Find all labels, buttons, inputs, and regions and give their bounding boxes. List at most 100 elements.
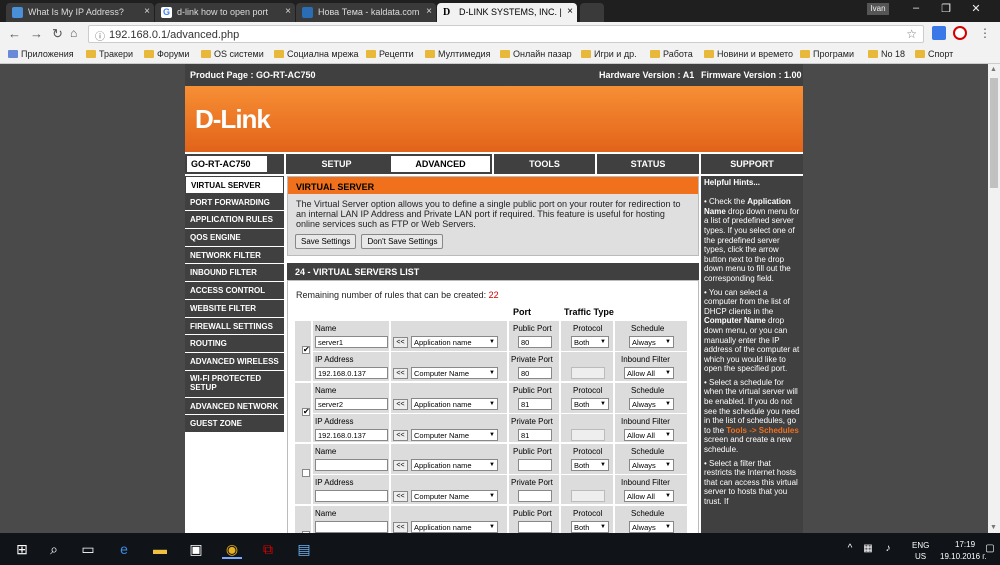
close-icon[interactable]: × <box>144 6 150 17</box>
bookmark-folder[interactable]: Онлайн пазар <box>500 49 572 59</box>
nav-advanced-wireless[interactable]: ADVANCED WIRELESS <box>185 352 284 371</box>
nav-network-filter[interactable]: NETWORK FILTER <box>185 246 284 265</box>
network-icon[interactable]: ▦ <box>858 539 878 559</box>
bookmark-folder[interactable]: Форуми <box>144 49 189 59</box>
rule-enable-checkbox[interactable]: ✔ <box>302 407 310 416</box>
remote-desktop-icon[interactable]: ▤ <box>294 539 314 559</box>
computer-name-select[interactable]: Computer Name <box>411 490 498 502</box>
maximize-icon[interactable]: ❐ <box>936 2 956 18</box>
new-tab-button[interactable] <box>580 3 604 22</box>
schedule-select[interactable]: Always <box>629 397 674 410</box>
home-icon[interactable]: ⌂ <box>70 26 77 40</box>
private-port-input[interactable] <box>518 490 552 502</box>
public-port-input[interactable] <box>518 459 552 471</box>
edge-icon[interactable]: e <box>114 539 134 559</box>
rule-enable-checkbox[interactable]: ✔ <box>302 346 310 354</box>
bookmark-folder[interactable]: Спорт <box>915 49 953 59</box>
store-icon[interactable]: ▣ <box>186 539 206 559</box>
private-port-input[interactable]: 80 <box>518 367 552 379</box>
nav-firewall-settings[interactable]: FIREWALL SETTINGS <box>185 317 284 336</box>
reload-icon[interactable]: ↻ <box>52 26 63 42</box>
bookmark-folder[interactable]: Програми <box>800 49 854 59</box>
user-profile-button[interactable]: Ivan <box>867 3 889 15</box>
minimize-icon[interactable]: – <box>906 2 926 18</box>
close-icon[interactable]: × <box>285 6 291 17</box>
protocol-select[interactable]: Both <box>571 520 609 533</box>
public-port-input[interactable]: 80 <box>518 336 552 348</box>
scroll-thumb[interactable] <box>990 78 998 188</box>
ip-input[interactable] <box>315 490 388 502</box>
nav-routing[interactable]: ROUTING <box>185 335 284 353</box>
bookmark-apps[interactable]: Приложения <box>8 49 74 59</box>
windows-start-icon[interactable]: ⊞ <box>12 539 32 559</box>
inbound-filter-select[interactable]: Allow All <box>624 428 674 441</box>
bookmark-folder[interactable]: Социална мрежа <box>274 49 359 59</box>
search-icon[interactable]: ⌕ <box>44 539 64 559</box>
tools-schedules-link[interactable]: Tools -> Schedules <box>726 426 799 435</box>
protocol-select[interactable]: Both <box>571 336 609 348</box>
name-input[interactable]: server1 <box>315 336 388 348</box>
scroll-down-icon[interactable]: ▼ <box>990 524 997 531</box>
close-window-icon[interactable]: ✕ <box>966 2 986 18</box>
close-icon[interactable]: × <box>567 6 573 17</box>
translate-extension-icon[interactable] <box>932 26 946 40</box>
bookmark-folder[interactable]: Мултимедия <box>425 49 490 59</box>
nav-website-filter[interactable]: WEBSITE FILTER <box>185 299 284 318</box>
nav-inbound-filter[interactable]: INBOUND FILTER <box>185 264 284 283</box>
opera-extension-icon[interactable] <box>953 26 967 40</box>
name-input[interactable] <box>315 459 388 471</box>
name-input[interactable]: server2 <box>315 397 388 410</box>
application-name-select[interactable]: Application name <box>411 397 498 410</box>
ip-input[interactable]: 192.168.0.137 <box>315 428 388 441</box>
tab-dlink[interactable]: D D-LINK SYSTEMS, INC. | × <box>437 3 577 22</box>
computer-name-select[interactable]: Computer Name <box>411 428 498 441</box>
notifications-chevron-icon[interactable]: ^ <box>840 539 860 559</box>
nav-wps[interactable]: WI-FI PROTECTED SETUP <box>185 370 284 398</box>
page-scrollbar[interactable]: ▲ ▼ <box>988 64 1000 533</box>
menu-tools[interactable]: TOOLS <box>492 154 595 174</box>
language-indicator[interactable]: ENG <box>912 541 929 550</box>
fill-arrow-button[interactable]: << <box>393 398 408 410</box>
nav-guest-zone[interactable]: GUEST ZONE <box>185 415 284 433</box>
bookmark-folder[interactable]: No 18 <box>868 49 905 59</box>
nav-virtual-server[interactable]: VIRTUAL SERVER <box>185 176 284 194</box>
nav-application-rules[interactable]: APPLICATION RULES <box>185 211 284 230</box>
tab-google-search[interactable]: Gd-link how to open port × <box>155 3 295 22</box>
menu-advanced[interactable]: ADVANCED <box>389 154 492 174</box>
clock-time[interactable]: 17:19 <box>955 540 975 549</box>
computer-name-select[interactable]: Computer Name <box>411 367 498 379</box>
bookmark-star-icon[interactable]: ☆ <box>906 27 917 41</box>
tab-kaldata[interactable]: Нова Тема - kaldata.com × <box>296 3 436 22</box>
forward-icon[interactable]: → <box>30 26 43 41</box>
menu-setup[interactable]: SETUP <box>284 154 387 174</box>
volume-icon[interactable]: ♪ <box>878 539 898 559</box>
fill-arrow-button[interactable]: << <box>393 521 408 533</box>
fill-arrow-button[interactable]: << <box>393 368 408 379</box>
menu-status[interactable]: STATUS <box>595 154 699 174</box>
bookmark-folder[interactable]: Игри и др. <box>581 49 637 59</box>
chrome-icon[interactable]: ◉ <box>222 539 242 559</box>
bookmark-folder[interactable]: Работа <box>650 49 693 59</box>
inbound-filter-select[interactable]: Allow All <box>624 367 674 379</box>
schedule-select[interactable]: Always <box>629 336 674 348</box>
menu-support[interactable]: SUPPORT <box>699 154 803 174</box>
menu-icon[interactable]: ⋮ <box>978 26 992 40</box>
application-name-select[interactable]: Application name <box>411 336 498 348</box>
task-view-icon[interactable]: ▭ <box>78 539 98 559</box>
public-port-input[interactable] <box>518 520 552 533</box>
protocol-select[interactable]: Both <box>571 459 609 471</box>
bookmark-folder[interactable]: OS системи <box>201 49 264 59</box>
schedule-select[interactable]: Always <box>629 520 674 533</box>
bookmark-folder[interactable]: Тракери <box>86 49 133 59</box>
nav-access-control[interactable]: ACCESS CONTROL <box>185 282 284 300</box>
application-name-select[interactable]: Application name <box>411 459 498 471</box>
private-port-input[interactable]: 81 <box>518 428 552 441</box>
fill-arrow-button[interactable]: << <box>393 337 408 348</box>
nav-advanced-network[interactable]: ADVANCED NETWORK <box>185 397 284 416</box>
fill-arrow-button[interactable]: << <box>393 491 408 502</box>
protocol-select[interactable]: Both <box>571 397 609 410</box>
nav-qos-engine[interactable]: QOS ENGINE <box>185 229 284 247</box>
nav-port-forwarding[interactable]: PORT FORWARDING <box>185 193 284 212</box>
tab-whatismyip[interactable]: What Is My IP Address? × <box>6 3 154 22</box>
url-bar[interactable]: ⓘ 192.168.0.1/advanced.php ☆ <box>88 25 924 43</box>
